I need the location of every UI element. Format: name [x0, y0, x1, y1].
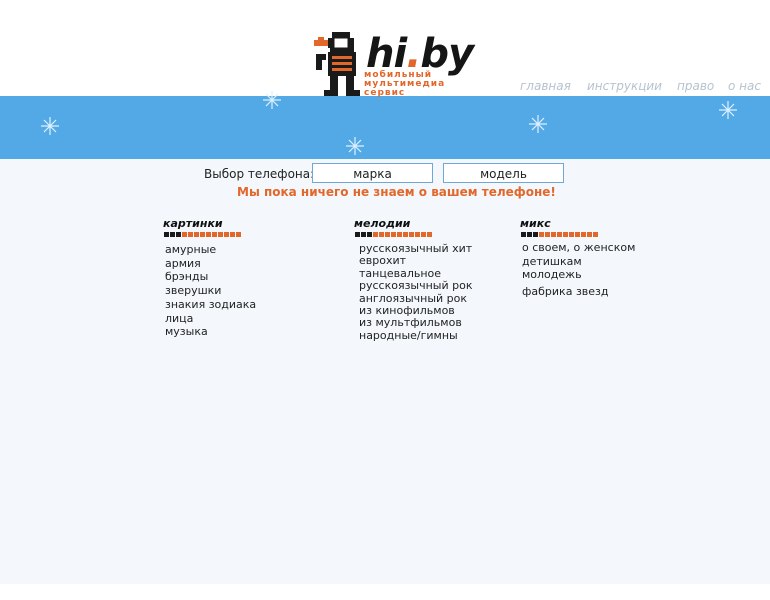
list-item[interactable]: армия: [165, 257, 256, 271]
nav-instructions[interactable]: инструкции: [587, 79, 662, 93]
list-item[interactable]: молодежь: [522, 268, 635, 282]
pictures-list: амурные армия брэнды зверушки знакия зод…: [165, 243, 256, 339]
list-item[interactable]: из мультфильмов: [359, 317, 473, 330]
category-divider: [355, 232, 433, 238]
banner: [0, 91, 770, 159]
list-item[interactable]: фабрика звезд: [522, 285, 635, 299]
model-select[interactable]: модель: [443, 163, 564, 183]
melodies-list: русскоязычный хит еврохит танцевальное р…: [359, 242, 473, 342]
list-item[interactable]: о своем, о женском: [522, 241, 635, 255]
list-item[interactable]: музыка: [165, 325, 256, 339]
nav-home[interactable]: главная: [520, 79, 571, 93]
list-item[interactable]: детишкам: [522, 255, 635, 269]
list-item[interactable]: еврохит: [359, 254, 473, 267]
list-item[interactable]: народные/гимны: [359, 329, 473, 342]
nav-legal[interactable]: право: [677, 79, 714, 93]
nav-about[interactable]: о нас: [728, 79, 761, 93]
snowflake-icon: [719, 101, 737, 119]
snowflake-icon: [529, 115, 547, 133]
list-item[interactable]: амурные: [165, 243, 256, 257]
phone-select-label: Выбор телефона:: [204, 167, 315, 181]
category-title-mix[interactable]: микс: [520, 217, 551, 230]
list-item[interactable]: знакия зодиака: [165, 298, 256, 312]
category-title-melodies[interactable]: мелодии: [354, 217, 410, 230]
category-title-pictures[interactable]: картинки: [163, 217, 223, 230]
list-item[interactable]: брэнды: [165, 270, 256, 284]
logo-wordmark[interactable]: hi.by: [366, 34, 474, 74]
unknown-phone-warning: Мы пока ничего не знаем о вашем телефоне…: [237, 185, 556, 199]
tagline-line: сервис: [364, 88, 406, 98]
snowflake-icon: [346, 137, 364, 155]
mix-list: о своем, о женском детишкам молодежь фаб…: [522, 241, 635, 298]
list-item[interactable]: лица: [165, 312, 256, 326]
brand-select[interactable]: марка: [312, 163, 433, 183]
snowflake-icon: [263, 91, 281, 109]
snowflake-icon: [41, 117, 59, 135]
category-divider: [164, 232, 242, 238]
list-item[interactable]: русскоязычный рок: [359, 279, 473, 292]
logo-tagline: мобильный мультимедиа сервис: [364, 71, 445, 98]
category-divider: [521, 232, 599, 238]
list-item[interactable]: зверушки: [165, 284, 256, 298]
